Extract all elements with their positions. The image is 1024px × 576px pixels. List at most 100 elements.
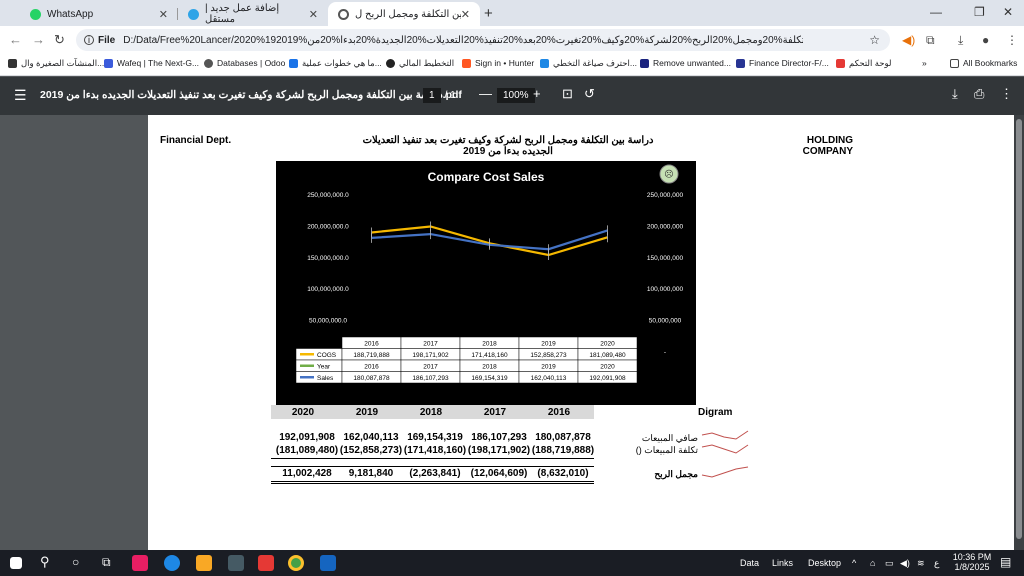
cortana-icon[interactable]: ○ bbox=[72, 555, 79, 569]
bookmark-item[interactable]: ما هي خطوات عملية... bbox=[289, 58, 382, 69]
year-header: 2016 bbox=[547, 407, 571, 418]
tab-whatsapp[interactable]: WhatsApp ✕ bbox=[20, 2, 178, 26]
table-value: 162,040,113 bbox=[531, 375, 567, 382]
divider bbox=[271, 466, 594, 467]
toolbar-links[interactable]: Links bbox=[772, 558, 793, 568]
back-button[interactable]: ← bbox=[9, 32, 22, 47]
minimize-button[interactable]: — bbox=[930, 5, 942, 19]
page-input[interactable]: 1 bbox=[423, 88, 441, 103]
network-icon[interactable]: ⌂ bbox=[870, 558, 875, 568]
wifi-icon[interactable]: ≋ bbox=[917, 558, 925, 569]
fit-page-icon[interactable]: ⊡ bbox=[562, 86, 573, 102]
word-icon[interactable] bbox=[320, 555, 336, 571]
table-value: 192,091,908 bbox=[589, 375, 626, 382]
y2-tick-label: 150,000,000 bbox=[647, 255, 684, 262]
forward-button[interactable]: → bbox=[32, 32, 45, 47]
cogs-value: (188,719,888) bbox=[531, 445, 595, 456]
table-value: 180,087,878 bbox=[353, 375, 390, 382]
legend-label: Sales bbox=[317, 375, 334, 382]
bookmarks-overflow-icon[interactable]: » bbox=[922, 58, 927, 68]
line-chart: Compare Cost Sales ☹ 250,000,000.0 250,000,… bbox=[295, 164, 684, 384]
toolbar-desktop[interactable]: Desktop bbox=[808, 558, 841, 568]
y2-tick-label: 250,000,000 bbox=[647, 192, 684, 199]
tab-pdf[interactable]: دراسة بين التكلفة ومجمل الربح ل:.. ✕ bbox=[328, 2, 480, 26]
clock[interactable]: 10:36 PM 1/8/2025 bbox=[952, 552, 992, 572]
toolbar-data[interactable]: Data bbox=[740, 558, 759, 568]
table-value: 2016 bbox=[364, 364, 379, 371]
close-icon[interactable]: ✕ bbox=[309, 8, 318, 21]
bookmark-item[interactable]: احترف صياغة التخطي... bbox=[540, 58, 637, 69]
bookmark-item[interactable]: Sign in • Hunter bbox=[462, 58, 534, 68]
bookmark-item[interactable]: المنشآت الصغيرة وال... bbox=[8, 58, 104, 69]
tab-mostaql[interactable]: إضافة عمل جديد | مستقل ✕ bbox=[178, 2, 328, 26]
time: 10:36 PM bbox=[952, 552, 992, 562]
year-header: 2020 bbox=[291, 407, 315, 418]
scrollbar-thumb[interactable] bbox=[1016, 119, 1022, 539]
more-icon[interactable]: ⋮ bbox=[1000, 86, 1013, 102]
y2-tick-label: 200,000,000 bbox=[647, 223, 684, 230]
profile-avatar[interactable]: ● bbox=[982, 33, 989, 47]
bookmark-item[interactable]: التخطيط المالي bbox=[386, 58, 454, 69]
bookmark-item[interactable]: Wafeq | The Next-G... bbox=[104, 58, 199, 68]
chrome-icon[interactable] bbox=[288, 555, 304, 571]
store-icon[interactable] bbox=[228, 555, 244, 571]
url-text[interactable]: D:/Data/Free%20Lancer/2020%19مستقل/دراسة… bbox=[123, 35, 803, 46]
table-value: 2018 bbox=[482, 364, 497, 371]
audio-icon[interactable]: ◀) bbox=[902, 33, 915, 47]
taskbar: ⚲ ○ ⧉ Data Links Desktop ^ ⌂ ▭ ◀) ≋ ع 10… bbox=[0, 550, 1024, 576]
new-tab-button[interactable]: + bbox=[484, 5, 493, 22]
table-value: 2019 bbox=[541, 364, 556, 371]
bookmark-star-icon[interactable]: ☆ bbox=[869, 33, 880, 47]
chart-container: Compare Cost Sales ☹ 250,000,000.0 250,000,… bbox=[276, 161, 696, 405]
sales-value: 192,091,908 bbox=[279, 432, 335, 443]
y-tick-label: 250,000,000.0 bbox=[307, 192, 349, 199]
chevron-up-icon[interactable]: ^ bbox=[852, 558, 856, 568]
close-window-button[interactable]: ✕ bbox=[1003, 5, 1013, 19]
download-icon[interactable]: ⤓ bbox=[958, 33, 963, 48]
search-icon[interactable]: ⚲ bbox=[40, 554, 50, 570]
zoom-out-button[interactable]: — bbox=[479, 86, 492, 101]
omnibox[interactable]: i File D:/Data/Free%20Lancer/2020%19مستق… bbox=[76, 29, 890, 51]
print-icon[interactable]: ⎙ bbox=[974, 86, 984, 102]
bookmark-item[interactable]: Remove unwanted... bbox=[640, 58, 731, 68]
all-bookmarks-button[interactable]: All Bookmarks bbox=[950, 58, 1017, 68]
gross-value: 9,181,840 bbox=[348, 468, 394, 479]
task-view-icon[interactable]: ⧉ bbox=[102, 555, 111, 570]
language-indicator[interactable]: ع bbox=[934, 558, 939, 569]
app-icon[interactable] bbox=[258, 555, 274, 571]
close-icon[interactable]: ✕ bbox=[461, 8, 470, 21]
download-icon[interactable]: ⤓ bbox=[952, 86, 958, 102]
battery-icon[interactable]: ▭ bbox=[885, 558, 894, 569]
emoji-mouth: ☹ bbox=[664, 169, 673, 179]
bookmark-item[interactable]: Databases | Odoo bbox=[204, 58, 285, 68]
menu-icon[interactable]: ☰ bbox=[14, 87, 27, 104]
bookmark-item[interactable]: لوحة التحكم bbox=[836, 58, 892, 69]
y2-tick-label: 50,000,000 bbox=[649, 318, 682, 325]
volume-icon[interactable]: ◀) bbox=[900, 558, 910, 569]
bookmark-item[interactable]: Finance Director-F/... bbox=[736, 58, 829, 68]
extensions-icon[interactable]: ⧉ bbox=[926, 33, 935, 48]
rotate-icon[interactable]: ↺ bbox=[584, 86, 595, 102]
gross-value: (8,632,010) bbox=[537, 468, 589, 479]
sales-label: صافي المبيعات bbox=[641, 433, 698, 443]
restore-button[interactable]: ❐ bbox=[974, 5, 985, 19]
pdf-page: Financial Dept. دراسة بين التكلفة ومجمل … bbox=[148, 115, 1014, 550]
legend-label: Year bbox=[317, 364, 331, 371]
notification-icon[interactable]: ▤ bbox=[1000, 555, 1011, 569]
close-icon[interactable]: ✕ bbox=[159, 8, 168, 21]
scrollbar[interactable] bbox=[1014, 115, 1024, 550]
globe-icon bbox=[338, 8, 349, 20]
cogs-sparkline bbox=[701, 444, 749, 454]
copilot-icon[interactable] bbox=[132, 555, 148, 571]
table-value: 181,089,480 bbox=[589, 352, 626, 359]
zoom-in-button[interactable]: + bbox=[533, 86, 541, 101]
file-explorer-icon[interactable] bbox=[196, 555, 212, 571]
reload-button[interactable]: ↻ bbox=[54, 32, 65, 48]
info-icon[interactable]: i bbox=[84, 35, 94, 45]
windows-start-icon[interactable] bbox=[10, 557, 22, 569]
table-value: 188,719,888 bbox=[353, 352, 390, 359]
edge-icon[interactable] bbox=[164, 555, 180, 571]
menu-kebab-icon[interactable]: ⋮ bbox=[1006, 33, 1018, 47]
pdf-toolbar: ☰ دراسة بين التكلفة ومجمل الربح لشركة وك… bbox=[0, 77, 1024, 115]
zoom-input[interactable]: 100% bbox=[497, 88, 535, 103]
